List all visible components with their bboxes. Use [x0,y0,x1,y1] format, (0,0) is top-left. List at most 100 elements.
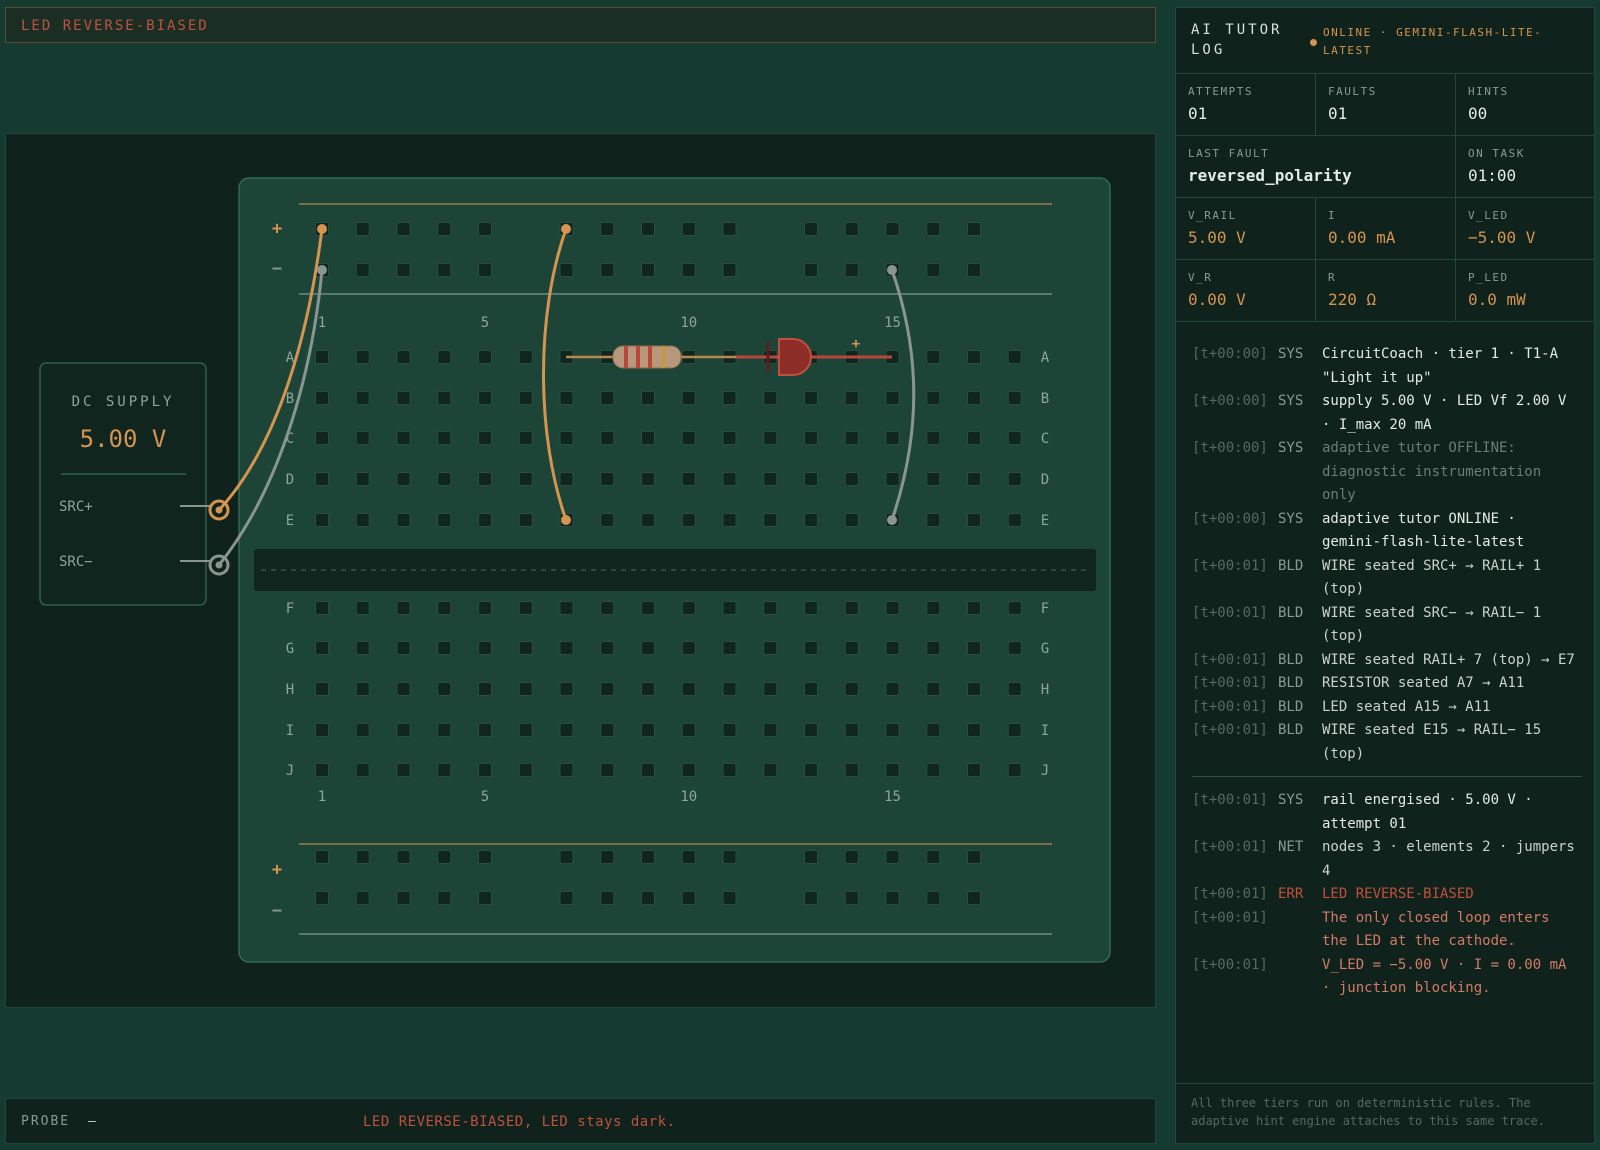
terminal-hole[interactable] [478,513,492,527]
terminal-hole[interactable] [315,682,329,696]
terminal-hole[interactable] [559,682,574,696]
terminal-hole[interactable] [722,763,737,777]
rail-plus-top-hole[interactable] [804,222,818,236]
terminal-hole[interactable] [967,723,981,737]
rail-plus-bottom-hole[interactable] [600,850,615,864]
terminal-hole[interactable] [478,350,492,364]
terminal-hole[interactable] [396,472,411,486]
terminal-hole[interactable] [926,763,941,777]
terminal-hole[interactable] [681,513,696,527]
terminal-hole[interactable] [804,431,818,445]
breadboard-canvas[interactable]: DC SUPPLY 5.00 V SRC+ SRC− + − + − A AB BC… [6,134,1155,1007]
terminal-hole[interactable] [1007,641,1022,655]
terminal-hole[interactable] [437,472,452,486]
terminal-hole[interactable] [641,513,655,527]
rail-minus-top-hole[interactable] [559,263,574,277]
terminal-hole[interactable] [885,391,900,405]
dc-supply[interactable]: DC SUPPLY 5.00 V SRC+ SRC− [39,362,211,606]
terminal-hole[interactable] [600,472,615,486]
terminal-hole[interactable] [967,350,981,364]
rail-plus-top-hole[interactable] [926,222,941,236]
terminal-hole[interactable] [967,601,981,615]
terminal-hole[interactable] [804,391,818,405]
rail-minus-top-hole[interactable] [355,263,370,277]
terminal-hole[interactable] [600,431,615,445]
terminal-hole[interactable] [478,472,492,486]
terminal-hole[interactable] [641,472,655,486]
terminal-hole[interactable] [681,472,696,486]
terminal-hole[interactable] [315,513,329,527]
rail-minus-top-hole[interactable] [437,263,452,277]
terminal-hole[interactable] [885,601,900,615]
rail-minus-bottom-hole[interactable] [355,891,370,905]
rail-minus-bottom-hole[interactable] [926,891,941,905]
terminal-hole[interactable] [518,472,533,486]
terminal-hole[interactable] [844,601,859,615]
terminal-hole[interactable] [1007,350,1022,364]
rail-plus-top-hole[interactable] [396,222,411,236]
terminal-hole[interactable] [396,431,411,445]
rail-plus-bottom-hole[interactable] [437,850,452,864]
terminal-hole[interactable] [967,513,981,527]
rail-minus-top-hole[interactable] [926,263,941,277]
terminal-hole[interactable] [804,641,818,655]
terminal-hole[interactable] [722,723,737,737]
terminal-hole[interactable] [804,513,818,527]
terminal-hole[interactable] [844,513,859,527]
terminal-hole[interactable] [763,601,778,615]
terminal-hole[interactable] [396,641,411,655]
terminal-hole[interactable] [1007,682,1022,696]
terminal-hole[interactable] [396,350,411,364]
terminal-hole[interactable] [804,723,818,737]
terminal-hole[interactable] [681,431,696,445]
terminal-hole[interactable] [967,763,981,777]
terminal-hole[interactable] [926,641,941,655]
terminal-hole[interactable] [559,763,574,777]
rail-plus-top-hole[interactable] [681,222,696,236]
terminal-hole[interactable] [763,641,778,655]
terminal-hole[interactable] [844,723,859,737]
terminal-hole[interactable] [844,472,859,486]
terminal-hole[interactable] [518,431,533,445]
terminal-hole[interactable] [437,641,452,655]
terminal-hole[interactable] [641,431,655,445]
terminal-hole[interactable] [600,641,615,655]
terminal-hole[interactable] [478,391,492,405]
rail-minus-bottom-hole[interactable] [641,891,655,905]
terminal-hole[interactable] [437,601,452,615]
rail-minus-top-hole[interactable] [396,263,411,277]
terminal-hole[interactable] [763,763,778,777]
terminal-hole[interactable] [559,723,574,737]
rail-plus-top-hole[interactable] [355,222,370,236]
terminal-hole[interactable] [763,682,778,696]
terminal-hole[interactable] [1007,513,1022,527]
rail-plus-bottom-hole[interactable] [681,850,696,864]
terminal-hole[interactable] [355,723,370,737]
terminal-hole[interactable] [518,513,533,527]
terminal-hole[interactable] [396,763,411,777]
terminal-hole[interactable] [926,682,941,696]
terminal-hole[interactable] [926,472,941,486]
terminal-hole[interactable] [926,431,941,445]
rail-minus-top-hole[interactable] [478,263,492,277]
terminal-hole[interactable] [641,763,655,777]
terminal-hole[interactable] [926,723,941,737]
terminal-hole[interactable] [1007,472,1022,486]
terminal-hole[interactable] [1007,723,1022,737]
terminal-hole[interactable] [681,391,696,405]
terminal-hole[interactable] [600,763,615,777]
terminal-hole[interactable] [478,431,492,445]
terminal-hole[interactable] [967,641,981,655]
rail-plus-top-hole[interactable] [722,222,737,236]
terminal-hole[interactable] [926,601,941,615]
terminal-hole[interactable] [559,601,574,615]
terminal-hole[interactable] [763,513,778,527]
terminal-hole[interactable] [437,513,452,527]
terminal-hole[interactable] [885,682,900,696]
terminal-hole[interactable] [355,513,370,527]
terminal-hole[interactable] [967,682,981,696]
terminal-hole[interactable] [315,641,329,655]
terminal-hole[interactable] [722,601,737,615]
terminal-hole[interactable] [478,601,492,615]
terminal-hole[interactable] [355,350,370,364]
